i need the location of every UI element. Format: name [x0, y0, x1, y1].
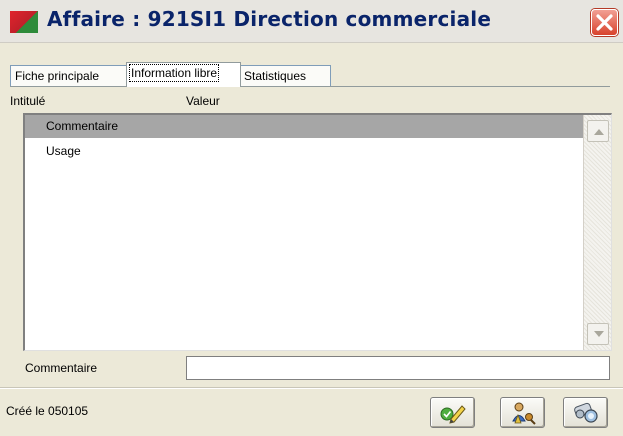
scroll-up-button[interactable] [587, 120, 609, 142]
close-button[interactable] [591, 9, 618, 36]
edit-button[interactable] [430, 397, 475, 428]
tab-fiche-principale[interactable]: Fiche principale [10, 65, 128, 86]
close-icon [596, 14, 613, 31]
list-item-label: Usage [46, 144, 81, 158]
search-button[interactable] [563, 397, 608, 428]
info-list[interactable]: Commentaire Usage [23, 113, 612, 351]
arrow-up-icon [594, 129, 604, 135]
created-date: Créé le 050105 [6, 404, 89, 418]
tab-divider [10, 86, 610, 87]
tab-information-libre[interactable]: Information libre [126, 62, 241, 87]
footer-divider [0, 388, 623, 389]
list-item[interactable]: Commentaire [25, 115, 583, 138]
comment-input[interactable] [186, 356, 610, 380]
column-header-valeur[interactable]: Valeur [186, 94, 220, 108]
comment-label: Commentaire [25, 361, 98, 375]
tab-label: Information libre [128, 64, 220, 82]
scroll-down-button[interactable] [587, 323, 609, 345]
edit-pencil-icon [440, 405, 466, 424]
tab-label: Fiche principale [15, 69, 100, 83]
window-title: Affaire : 921SI1 Direction commerciale [47, 7, 492, 31]
column-header-intitule[interactable]: Intitulé [10, 94, 45, 108]
tab-label: Statistiques [244, 69, 307, 83]
arrow-down-icon [594, 331, 604, 337]
vertical-scrollbar[interactable] [583, 115, 611, 350]
search-binoculars-icon [574, 402, 598, 423]
user-key-button[interactable] [500, 397, 545, 428]
title-bar[interactable]: Affaire : 921SI1 Direction commerciale [0, 0, 623, 43]
app-flag-icon [10, 11, 38, 33]
list-item-label: Commentaire [46, 119, 119, 133]
list-item[interactable]: Usage [25, 140, 583, 163]
tab-statistiques[interactable]: Statistiques [239, 65, 331, 86]
user-key-icon [512, 402, 536, 425]
